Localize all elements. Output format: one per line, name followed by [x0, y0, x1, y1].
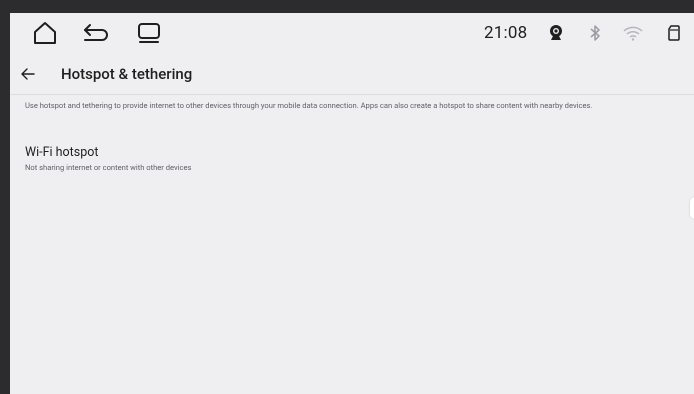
status-clock: 21:08 — [484, 23, 528, 43]
home-icon — [34, 22, 56, 44]
sd-card-icon — [664, 22, 684, 44]
home-button[interactable] — [30, 19, 60, 47]
page-title: Hotspot & tethering — [61, 65, 193, 83]
screen: 21:08 Hotspot & tethering Use hotspot an… — [10, 13, 694, 394]
system-bar: 21:08 — [10, 13, 694, 53]
recents-icon — [138, 23, 160, 43]
description-text: Use hotspot and tethering to provide int… — [25, 101, 593, 110]
wifi-hotspot-item[interactable]: Wi-Fi hotspot Not sharing internet or co… — [25, 145, 685, 179]
arrow-left-icon — [21, 68, 35, 80]
navigate-up-button[interactable] — [18, 64, 38, 84]
app-bar: Hotspot & tethering — [10, 56, 694, 95]
recents-button[interactable] — [134, 19, 164, 47]
back-button[interactable] — [81, 19, 111, 47]
wifi-icon — [623, 22, 643, 44]
camera-icon — [546, 22, 566, 44]
bluetooth-icon — [585, 22, 605, 44]
wifi-hotspot-summary: Not sharing internet or content with oth… — [25, 163, 192, 172]
edge-panel-handle[interactable] — [690, 197, 694, 219]
back-icon — [84, 24, 108, 41]
wifi-hotspot-title: Wi-Fi hotspot — [25, 145, 99, 160]
